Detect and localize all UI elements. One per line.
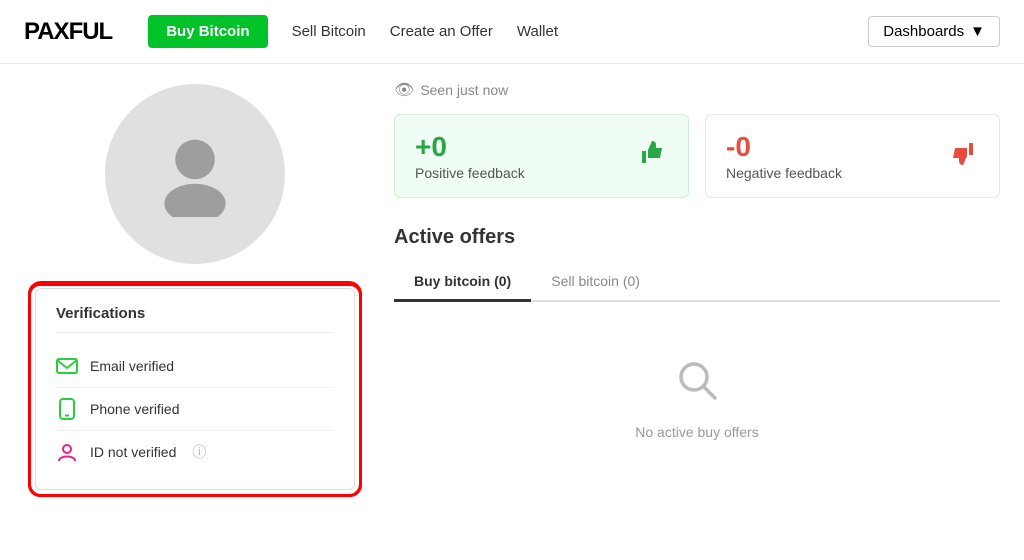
verifications-title: Verifications xyxy=(56,305,334,333)
dashboards-label: Dashboards xyxy=(883,23,964,40)
wallet-link[interactable]: Wallet xyxy=(517,23,558,40)
phone-verified-label: Phone verified xyxy=(90,401,180,417)
email-verified-icon xyxy=(56,355,78,377)
no-offers-text: No active buy offers xyxy=(635,424,758,440)
logo: PAXFUL xyxy=(24,18,112,46)
chevron-down-icon: ▼ xyxy=(970,23,985,40)
phone-verification-item: Phone verified xyxy=(56,388,334,431)
thumbs-up-icon xyxy=(636,137,668,176)
create-offer-link[interactable]: Create an Offer xyxy=(390,23,493,40)
sell-bitcoin-link[interactable]: Sell Bitcoin xyxy=(292,23,366,40)
sidebar: Verifications Email verified xyxy=(0,64,370,560)
user-avatar-icon xyxy=(150,127,240,222)
help-icon[interactable]: ⓘ xyxy=(192,442,206,462)
seen-text: Seen just now xyxy=(420,82,508,98)
email-verification-item: Email verified xyxy=(56,345,334,388)
id-not-verified-icon xyxy=(56,441,78,463)
buy-bitcoin-button[interactable]: Buy Bitcoin xyxy=(148,15,267,48)
active-offers-title: Active offers xyxy=(394,226,1000,249)
thumbs-down-icon xyxy=(947,137,979,176)
negative-feedback-card: -0 Negative feedback xyxy=(705,114,1000,198)
header: PAXFUL Buy Bitcoin Sell Bitcoin Create a… xyxy=(0,0,1024,64)
phone-verified-icon xyxy=(56,398,78,420)
email-verified-label: Email verified xyxy=(90,358,174,374)
main-content: Verifications Email verified xyxy=(0,64,1024,560)
seen-label-row: 👁 Seen just now xyxy=(394,80,1000,100)
offers-tabs: Buy bitcoin (0) Sell bitcoin (0) xyxy=(394,263,1000,302)
positive-feedback-card: +0 Positive feedback xyxy=(394,114,689,198)
negative-feedback-label: Negative feedback xyxy=(726,165,842,181)
id-verification-item: ID not verified ⓘ xyxy=(56,431,334,473)
tab-sell-bitcoin[interactable]: Sell bitcoin (0) xyxy=(531,263,660,302)
no-offers-section: No active buy offers xyxy=(394,326,1000,470)
profile-content: 👁 Seen just now +0 Positive feedback xyxy=(370,64,1024,560)
dashboards-button[interactable]: Dashboards ▼ xyxy=(868,16,1000,47)
eye-icon: 👁 xyxy=(394,80,414,100)
search-icon xyxy=(673,356,721,414)
positive-feedback-number: +0 xyxy=(415,131,525,163)
positive-feedback-label: Positive feedback xyxy=(415,165,525,181)
id-not-verified-label: ID not verified xyxy=(90,444,176,460)
verifications-box: Verifications Email verified xyxy=(35,288,355,490)
negative-feedback-number: -0 xyxy=(726,131,842,163)
feedback-row: +0 Positive feedback -0 Negative feedbac… xyxy=(394,114,1000,198)
avatar xyxy=(105,84,285,264)
tab-buy-bitcoin[interactable]: Buy bitcoin (0) xyxy=(394,263,531,302)
